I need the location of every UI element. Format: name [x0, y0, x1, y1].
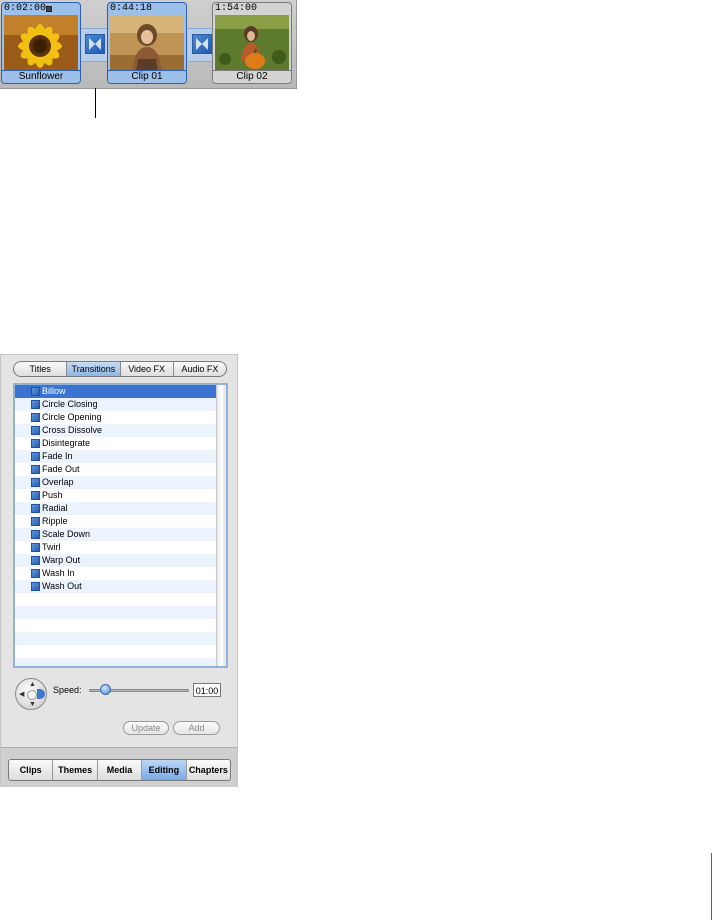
transitions-rows: Billow Circle Closing Circle Opening Cross … [15, 385, 217, 666]
mode-media-button[interactable]: Media [98, 760, 143, 780]
transition-list-item[interactable]: Warp Out [15, 554, 217, 567]
transition-list-item[interactable]: Disintegrate [15, 437, 217, 450]
transition-icon [31, 491, 40, 500]
transition-list-item[interactable]: Scale Down [15, 528, 217, 541]
transition-label: Scale Down [42, 529, 91, 539]
transition-label: Fade In [42, 451, 73, 461]
transition-icon [31, 413, 40, 422]
tab-transitions[interactable]: Transitions [67, 362, 121, 376]
transition-icon[interactable] [192, 34, 212, 54]
mode-chapters-button[interactable]: Chapters [187, 760, 230, 780]
clip-viewer: 0:02:00 Sunflower 0:44:18 Clip 01 1:54:0… [0, 0, 297, 89]
transition-list-item[interactable]: Radial [15, 502, 217, 515]
empty-list-row [15, 593, 217, 606]
sunflower-thumbnail [4, 15, 78, 73]
transition-icon [31, 543, 40, 552]
transition-list-item[interactable]: Twirl [15, 541, 217, 554]
transition-label: Push [42, 490, 63, 500]
marker-icon [46, 6, 52, 12]
effects-tab-control: Titles Transitions Video FX Audio FX [13, 361, 227, 377]
transition-label: Ripple [42, 516, 68, 526]
transition-list-item[interactable]: Push [15, 489, 217, 502]
transition-icon [31, 478, 40, 487]
transition-icon [31, 426, 40, 435]
clip-name: Clip 01 [108, 70, 186, 83]
arrow-down-icon[interactable]: ▼ [29, 701, 36, 708]
transition-icon [31, 504, 40, 513]
empty-list-row [15, 619, 217, 632]
empty-list-row [15, 658, 217, 666]
empty-list-row [15, 632, 217, 645]
empty-list-row [15, 606, 217, 619]
update-button[interactable]: Update [123, 721, 169, 735]
clip-timecode: 0:02:00 [4, 3, 47, 14]
transition-label: Cross Dissolve [42, 425, 103, 435]
transition-icon [31, 517, 40, 526]
transition-label: Warp Out [42, 555, 81, 565]
transition-icon [31, 556, 40, 565]
transition-list-item[interactable]: Circle Opening [15, 411, 217, 424]
transition-label: Wash Out [42, 581, 82, 591]
transition-label: Fade Out [42, 464, 80, 474]
transition-list-item[interactable]: Billow [15, 385, 217, 398]
transition-icon [31, 569, 40, 578]
empty-list-row [15, 645, 217, 658]
transition-list-item[interactable]: Fade In [15, 450, 217, 463]
callout-line [95, 88, 96, 118]
direction-center [27, 690, 37, 700]
speed-slider-knob[interactable] [99, 684, 111, 695]
clip-name: Sunflower [2, 70, 80, 83]
mode-themes-button[interactable]: Themes [53, 760, 98, 780]
transitions-list: Billow Circle Closing Circle Opening Cross … [13, 383, 228, 668]
transition-list-item[interactable]: Overlap [15, 476, 217, 489]
transition-icon [31, 439, 40, 448]
clip-name: Clip 02 [213, 70, 291, 83]
add-button[interactable]: Add [173, 721, 220, 735]
mode-bar: Clips Themes Media Editing Chapters [1, 747, 237, 787]
speed-value-field[interactable]: 01:00 [193, 683, 221, 697]
speed-label: Speed: [53, 685, 82, 695]
tab-audio-fx[interactable]: Audio FX [174, 362, 226, 376]
transition-icon [31, 465, 40, 474]
transition-icon [31, 387, 40, 396]
page-margin-rule [711, 853, 712, 920]
arrow-left-icon[interactable]: ◀ [19, 691, 24, 698]
transition-icon [31, 452, 40, 461]
mode-clips-button[interactable]: Clips [9, 760, 54, 780]
transition-list-item[interactable]: Wash In [15, 567, 217, 580]
tab-video-fx[interactable]: Video FX [121, 362, 174, 376]
direction-control[interactable]: ▲ ▼ ◀ [15, 678, 47, 710]
transition-label: Circle Closing [42, 399, 98, 409]
transition-icon [31, 400, 40, 409]
transition-label: Radial [42, 503, 68, 513]
transition-list-item[interactable]: Ripple [15, 515, 217, 528]
transition-list-item[interactable]: Fade Out [15, 463, 217, 476]
transition-label: Circle Opening [42, 412, 102, 422]
arrow-up-icon[interactable]: ▲ [29, 681, 36, 688]
transition-label: Overlap [42, 477, 74, 487]
transition-icon [31, 530, 40, 539]
transition-list-item[interactable]: Wash Out [15, 580, 217, 593]
clip-timecode: 1:54:00 [215, 3, 258, 14]
pumpkin-patch-thumbnail [215, 15, 289, 73]
tab-titles[interactable]: Titles [14, 362, 68, 376]
mode-buttons: Clips Themes Media Editing Chapters [8, 759, 231, 781]
clip-timecode: 0:44:18 [110, 3, 153, 14]
list-scrollbar[interactable] [216, 385, 226, 666]
transition-label: Disintegrate [42, 438, 91, 448]
clip-02[interactable]: 1:54:00 Clip 02 [212, 2, 292, 84]
mode-editing-button[interactable]: Editing [142, 760, 187, 780]
transition-label: Twirl [42, 542, 61, 552]
clip-01[interactable]: 0:44:18 Clip 01 [107, 2, 187, 84]
editing-pane: Titles Transitions Video FX Audio FX Bil… [0, 354, 238, 787]
clip-sunflower[interactable]: 0:02:00 Sunflower [1, 2, 81, 84]
woman-thumbnail [110, 15, 184, 73]
transition-icon[interactable] [85, 34, 105, 54]
transition-list-item[interactable]: Cross Dissolve [15, 424, 217, 437]
transition-icon [31, 582, 40, 591]
arrow-right-icon[interactable] [37, 689, 45, 699]
transition-label: Wash In [42, 568, 75, 578]
transition-list-item[interactable]: Circle Closing [15, 398, 217, 411]
transition-label: Billow [42, 386, 66, 396]
